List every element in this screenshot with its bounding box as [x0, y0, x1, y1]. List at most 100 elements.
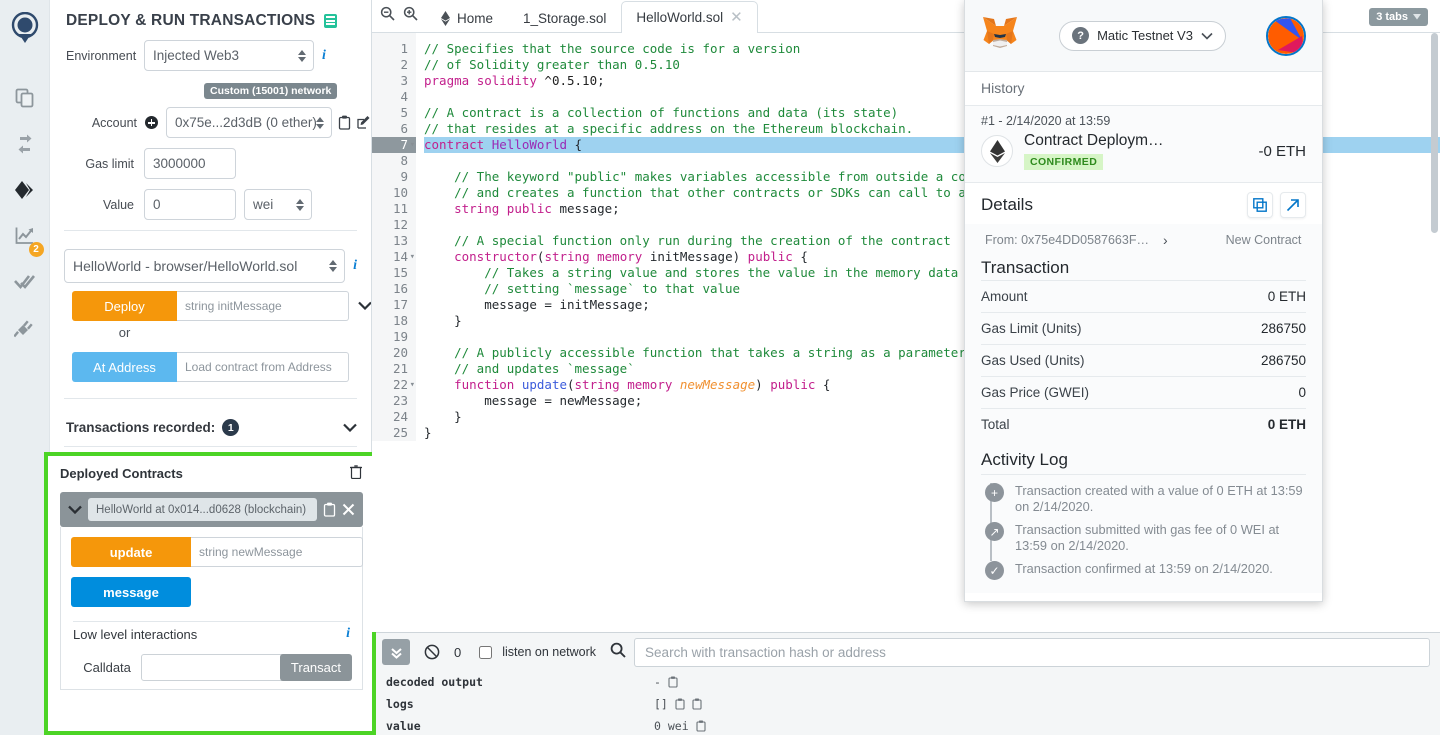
listen-on-network-checkbox[interactable]	[479, 645, 493, 659]
copy-icon[interactable]	[696, 720, 706, 732]
line-number: 7 ▾	[372, 137, 416, 153]
line-number: 22 ▾	[392, 377, 415, 393]
update-arg-input[interactable]	[191, 537, 363, 567]
account-avatar[interactable]	[1266, 15, 1306, 56]
line-number: 12	[392, 217, 408, 232]
terminal-log-row: decoded output -	[386, 671, 1440, 693]
detail-value: 286750	[1260, 353, 1306, 368]
chevron-down-icon[interactable]	[358, 297, 371, 315]
account-select[interactable]: 0x75e...2d3dB (0 ether)	[166, 107, 332, 138]
at-address-button[interactable]: At Address	[72, 352, 177, 382]
sidebar-item-solidity-compiler[interactable]	[3, 121, 47, 167]
line-number: 14 ▾	[392, 249, 415, 265]
activity-status-icon: ✓	[985, 561, 1004, 580]
value-unit-select[interactable]: wei	[244, 189, 312, 220]
tab-1-storage-label: 1_Storage.sol	[523, 11, 607, 26]
view-on-explorer-icon[interactable]	[1280, 192, 1306, 218]
contract-function-update-button[interactable]: update	[71, 537, 191, 567]
terminal-panel: 0 listen on network decoded output - logs […	[372, 632, 1440, 735]
detail-value: 0	[1298, 385, 1306, 400]
value-unit: wei	[253, 197, 274, 212]
network-badge-row: Custom (15001) network	[50, 81, 371, 107]
fold-icon[interactable]: ▾	[410, 249, 415, 265]
zoom-out-icon[interactable]	[380, 6, 395, 26]
terminal-log-row: value 0 wei	[386, 715, 1440, 735]
terminal-count: 0	[454, 644, 462, 660]
zoom-in-icon[interactable]	[403, 6, 418, 26]
contract-function-message-button[interactable]: message	[71, 577, 191, 607]
search-input[interactable]	[634, 637, 1430, 667]
metamask-popup: ? Matic Testnet V3 History #1 - 2/14/202…	[964, 0, 1323, 602]
metamask-fox-logo-icon	[981, 15, 1019, 56]
copy-icon[interactable]	[668, 676, 678, 688]
sidebar-item-solidity-static-analysis[interactable]	[3, 259, 47, 305]
deploy-arg-input[interactable]	[177, 291, 349, 321]
fold-icon[interactable]: ▾	[410, 377, 415, 393]
trash-icon[interactable]	[349, 464, 363, 482]
contract-select[interactable]: HelloWorld - browser/HelloWorld.sol	[64, 249, 346, 283]
terminal-collapse-icon[interactable]	[382, 639, 410, 665]
tabs-count-dropdown[interactable]: 3 tabs	[1369, 8, 1428, 26]
value-input[interactable]	[144, 189, 236, 220]
copy-icon[interactable]	[692, 698, 702, 710]
copy-account-icon[interactable]	[338, 115, 351, 130]
sidebar-item-plugin-manager[interactable]	[3, 305, 47, 351]
search-icon[interactable]	[610, 642, 626, 663]
tab-1-storage-sol[interactable]: 1_Storage.sol	[508, 4, 621, 32]
gas-limit-input[interactable]	[144, 148, 236, 179]
network-badge: Custom (15001) network	[204, 83, 338, 99]
copy-address-icon[interactable]	[323, 502, 336, 517]
detail-value: 286750	[1260, 321, 1306, 336]
clear-console-icon[interactable]	[424, 644, 440, 660]
contract-info-icon[interactable]: i	[353, 258, 357, 274]
listen-on-network-toggle[interactable]: listen on network	[475, 643, 596, 662]
transaction-section-title: Transaction	[981, 258, 1070, 277]
environment-info-icon[interactable]: i	[322, 48, 326, 64]
copy-transaction-id-icon[interactable]	[1247, 192, 1273, 218]
transactions-recorded-count: 1	[222, 419, 240, 436]
low-level-info-icon[interactable]: i	[346, 626, 350, 642]
environment-value: Injected Web3	[153, 48, 240, 63]
line-number: 15	[392, 265, 408, 280]
line-number: 19	[392, 329, 408, 344]
close-icon[interactable]: ✕	[730, 8, 743, 26]
documentation-icon[interactable]	[324, 14, 338, 28]
fold-icon[interactable]: ▾	[410, 137, 415, 153]
deploy-button[interactable]: Deploy	[72, 291, 177, 321]
copy-icon[interactable]	[675, 698, 685, 710]
network-selector[interactable]: ? Matic Testnet V3	[1059, 20, 1226, 51]
chevron-down-icon[interactable]	[68, 501, 82, 519]
chevron-down-icon[interactable]	[343, 420, 357, 435]
details-label: Details	[981, 195, 1033, 214]
terminal-log-row: logs []	[386, 693, 1440, 715]
at-address-input[interactable]	[177, 352, 349, 382]
close-icon[interactable]	[342, 503, 355, 516]
sidebar-item-deploy-run-transactions[interactable]	[3, 167, 47, 213]
metamask-transaction-summary[interactable]: #1 - 2/14/2020 at 13:59 Contract Deploym…	[965, 106, 1322, 183]
line-number: 20	[392, 345, 408, 360]
tab-home[interactable]: Home	[426, 4, 508, 32]
tab-helloworld-sol[interactable]: HelloWorld.sol ✕	[621, 1, 758, 33]
transact-button[interactable]: Transact	[279, 654, 352, 681]
remix-logo-icon[interactable]	[10, 11, 40, 49]
edit-account-icon[interactable]	[357, 115, 371, 130]
activity-status-icon: ↗	[985, 522, 1004, 541]
chevron-updown-icon	[298, 49, 306, 62]
detail-key: Amount	[981, 289, 1028, 304]
transactions-recorded-row[interactable]: Transactions recorded: 1	[50, 407, 371, 446]
line-number: 21	[392, 361, 408, 376]
log-value: 0 wei	[654, 719, 706, 733]
gas-limit-label: Gas limit	[85, 156, 134, 171]
deployed-contracts-title: Deployed Contracts	[60, 465, 183, 481]
contract-instance-header[interactable]: HelloWorld at 0x014...d0628 (blockchain)	[60, 492, 363, 527]
ethereum-icon	[441, 11, 450, 26]
add-account-icon[interactable]	[145, 116, 158, 129]
editor-scrollbar[interactable]	[1431, 33, 1440, 453]
sidebar-item-debugger[interactable]: 2	[3, 213, 47, 259]
divider	[64, 230, 357, 231]
detail-key: Gas Used (Units)	[981, 353, 1085, 368]
activity-text: Transaction confirmed at 13:59 on 2/14/2…	[1015, 561, 1273, 576]
transaction-detail-row: Gas Used (Units) 286750	[981, 344, 1306, 376]
environment-select[interactable]: Injected Web3	[144, 40, 314, 71]
sidebar-item-file-explorers[interactable]	[3, 75, 47, 121]
